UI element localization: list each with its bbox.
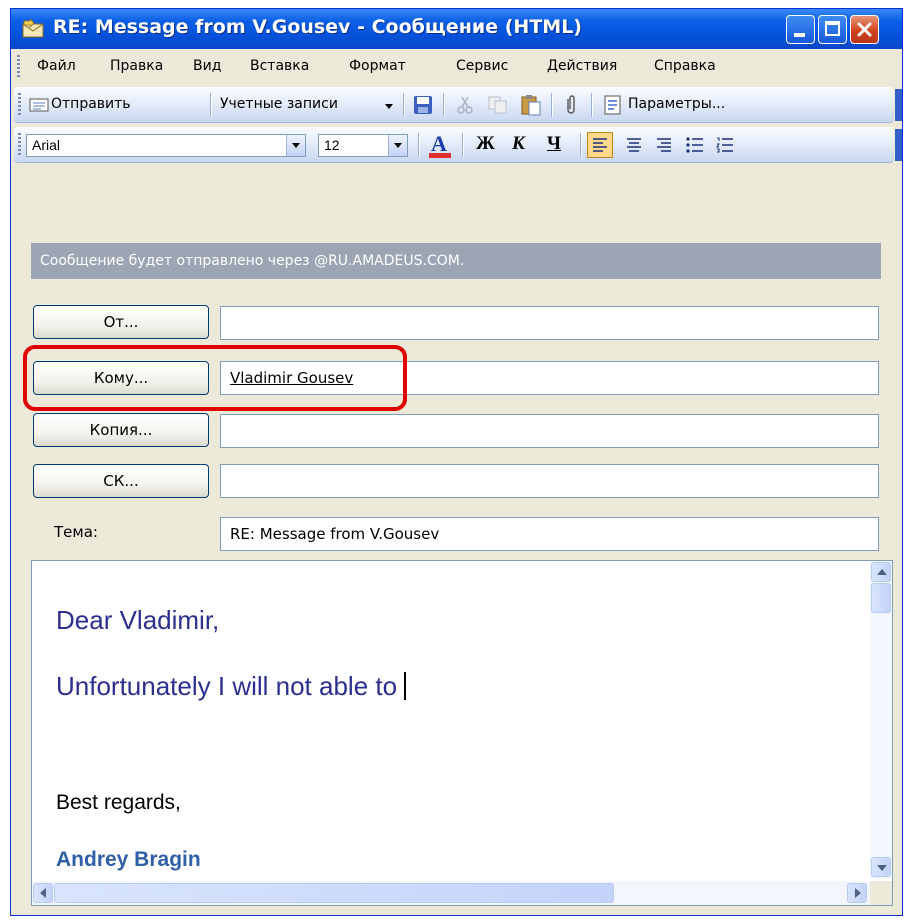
bold-button[interactable]: Ж [476, 133, 495, 155]
message-body-editor[interactable]: Dear Vladimir, Unfortunately I will not … [31, 560, 893, 906]
menu-insert[interactable]: Вставка [250, 58, 309, 74]
toolbar-separator [551, 93, 553, 117]
subject-label: Тема: [54, 523, 98, 541]
menu-actions[interactable]: Действия [547, 58, 617, 74]
toolbar-separator [210, 93, 212, 117]
info-bar: Сообщение будет отправлено через @RU.AMA… [31, 243, 881, 279]
scroll-down-button[interactable] [871, 857, 891, 877]
accounts-button[interactable]: Учетные записи [220, 96, 338, 112]
bcc-button[interactable]: СК... [33, 464, 209, 498]
save-icon[interactable] [413, 95, 433, 115]
font-color-swatch [429, 153, 451, 158]
scroll-right-button[interactable] [847, 883, 867, 903]
close-icon [857, 22, 872, 37]
toolbar-separator [462, 133, 464, 157]
subject-value: RE: Message from V.Gousev [230, 525, 440, 543]
options-button[interactable]: Параметры... [628, 96, 725, 112]
menu-format[interactable]: Формат [349, 58, 406, 74]
options-icon [604, 95, 621, 115]
vertical-scroll-thumb[interactable] [871, 583, 891, 613]
message-form: Сообщение будет отправлено через @RU.AMA… [18, 167, 895, 909]
font-color-button[interactable]: A [427, 131, 453, 159]
size-value: 12 [324, 137, 340, 153]
bullets-icon[interactable] [686, 137, 704, 153]
scroll-left-button[interactable] [33, 883, 53, 903]
copy-icon[interactable] [488, 96, 508, 114]
font-dropdown-arrow-icon[interactable] [286, 135, 305, 156]
accounts-dropdown-arrow-icon[interactable] [385, 104, 393, 109]
cc-button[interactable]: Копия... [33, 413, 209, 447]
toolbar-separator [580, 133, 582, 157]
maximize-icon [825, 21, 840, 36]
horizontal-scrollbar[interactable] [32, 881, 870, 905]
numbering-icon[interactable] [716, 137, 734, 153]
body-greeting: Dear Vladimir, [56, 605, 220, 635]
toolbar-separator [418, 133, 420, 157]
toolbar-grip[interactable] [18, 133, 21, 157]
toolbar-separator [591, 93, 593, 117]
vertical-scrollbar[interactable] [870, 561, 892, 879]
font-select[interactable]: Arial [26, 134, 306, 157]
toolbar-separator [403, 93, 405, 117]
body-signature: Andrey Bragin [56, 848, 201, 871]
menu-view[interactable]: Вид [193, 58, 221, 74]
from-button[interactable]: От... [33, 305, 209, 339]
toolbar-overflow-icon[interactable] [895, 129, 902, 161]
paste-icon[interactable] [520, 94, 542, 116]
cut-icon[interactable] [456, 96, 474, 114]
standard-toolbar: Отправить Учетные записи Параметры... [14, 87, 894, 123]
formatting-toolbar: Arial 12 A Ж К Ч [14, 127, 894, 163]
menu-file[interactable]: Файл [37, 58, 76, 74]
attach-paperclip-icon[interactable] [564, 94, 578, 116]
cc-field[interactable] [220, 414, 879, 448]
send-envelope-icon [29, 98, 49, 112]
font-value: Arial [32, 137, 61, 153]
align-center-icon[interactable] [626, 137, 642, 153]
size-select[interactable]: 12 [318, 134, 408, 157]
menu-tools[interactable]: Сервис [456, 58, 508, 74]
align-left-icon [593, 138, 607, 152]
recipient-highlight [23, 345, 407, 411]
menu-edit[interactable]: Правка [110, 58, 163, 74]
minimize-icon [794, 33, 805, 37]
scroll-up-button[interactable] [871, 562, 891, 582]
chevron-left-icon [40, 888, 46, 898]
text-cursor [404, 672, 407, 700]
close-button[interactable] [850, 15, 879, 44]
minimize-button[interactable] [786, 15, 815, 44]
subject-field[interactable]: RE: Message from V.Gousev [220, 517, 879, 551]
scrollbar-corner [870, 881, 892, 905]
size-dropdown-arrow-icon[interactable] [388, 135, 407, 156]
align-right-icon[interactable] [656, 137, 672, 153]
align-left-button[interactable] [587, 132, 613, 158]
horizontal-scroll-thumb[interactable] [54, 883, 614, 903]
chevron-down-icon [877, 865, 887, 871]
message-window: RE: Message from V.Gousev - Сообщение (H… [10, 8, 903, 916]
toolbar-separator [443, 93, 445, 117]
menubar-grip[interactable] [17, 55, 20, 77]
bcc-field[interactable] [220, 464, 879, 498]
chevron-up-icon [877, 569, 887, 575]
send-button[interactable]: Отправить [51, 96, 131, 112]
menu-help[interactable]: Справка [654, 58, 716, 74]
body-line-1: Unfortunately I will not able to [56, 671, 407, 702]
window-title: RE: Message from V.Gousev - Сообщение (H… [53, 16, 582, 38]
toolbar-grip[interactable] [18, 93, 21, 117]
italic-button[interactable]: К [512, 133, 525, 155]
maximize-button[interactable] [818, 15, 847, 44]
menu-bar: Файл Правка Вид Вставка Формат Сервис Де… [11, 49, 902, 85]
chevron-right-icon [855, 888, 861, 898]
toolbar-overflow-icon[interactable] [895, 89, 902, 121]
body-line-1-text: Unfortunately I will not able to [56, 671, 405, 701]
from-field[interactable] [220, 306, 879, 340]
body-closing: Best regards, [56, 791, 181, 814]
envelope-reply-icon [22, 19, 44, 38]
title-bar[interactable]: RE: Message from V.Gousev - Сообщение (H… [11, 9, 902, 49]
underline-button[interactable]: Ч [547, 133, 561, 155]
